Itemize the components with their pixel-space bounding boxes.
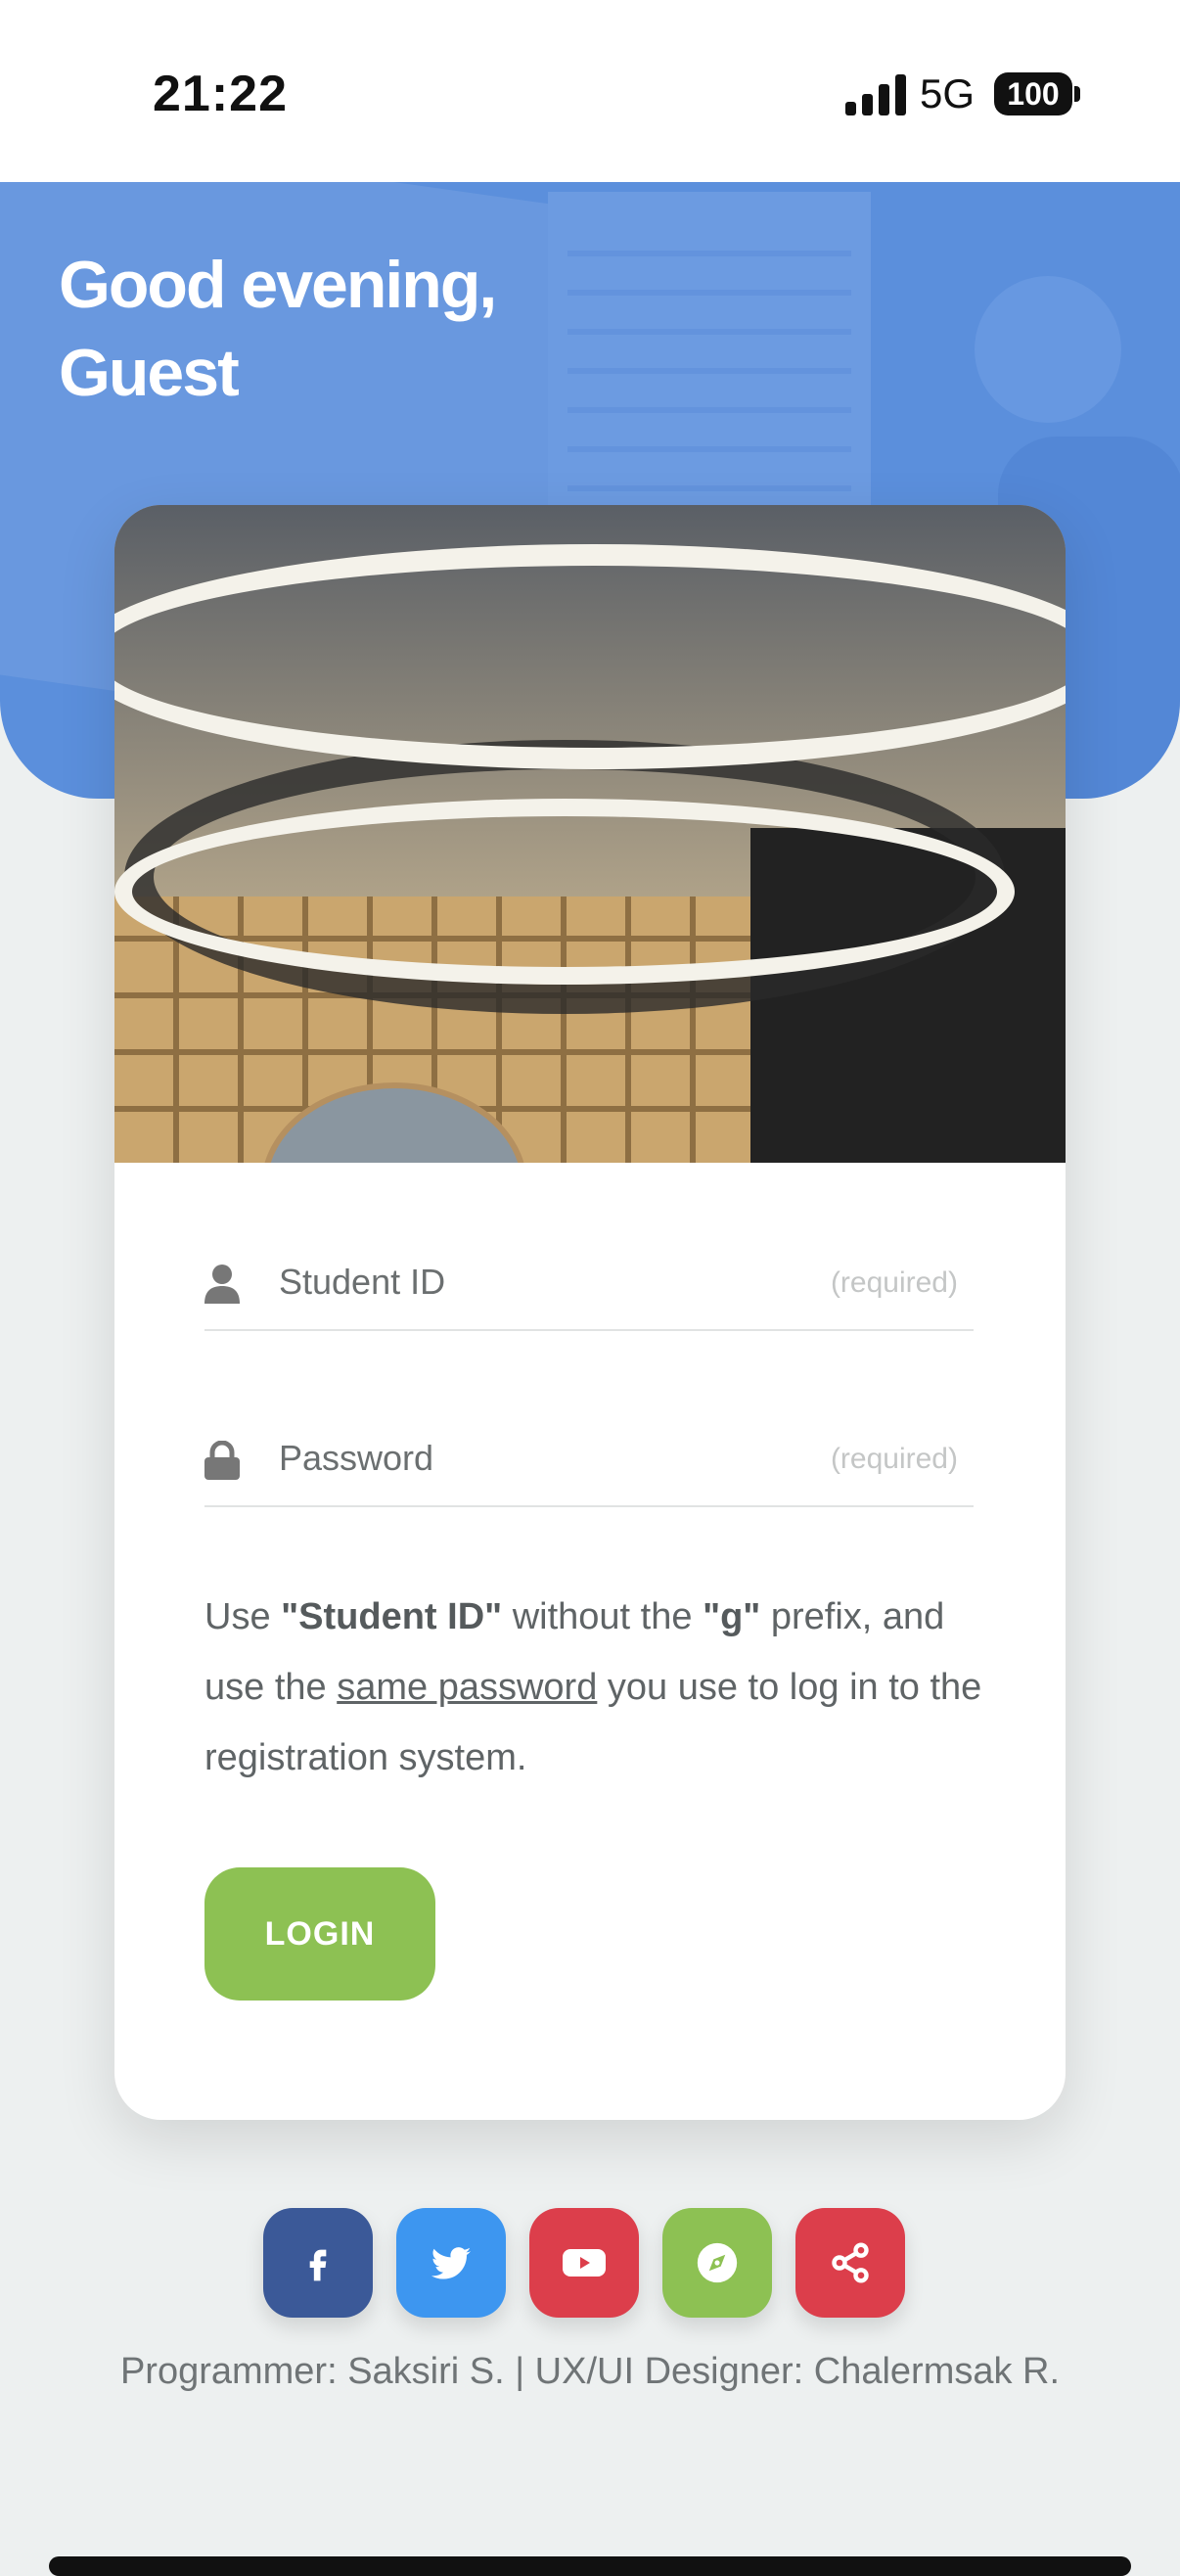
youtube-button[interactable] [529,2208,639,2318]
home-indicator [49,2556,1131,2576]
greeting-line-1: Good evening, [59,248,497,322]
battery-icon: 100 [994,72,1072,115]
student-id-field: (required) [204,1231,974,1331]
hint-text-2: without the [502,1596,703,1637]
status-time: 21:22 [153,66,288,122]
greeting-title: Good evening, Guest [59,241,497,417]
login-card: (required) (required) Use "Student ID" w… [114,505,1066,2120]
hint-student-id: "Student ID" [281,1596,503,1637]
hint-text-1: Use [204,1596,282,1637]
greeting-line-2: Guest [59,336,240,410]
credits-text: Programmer: Saksiri S. | UX/UI Designer:… [119,2351,1061,2392]
hero-background-moon [975,276,1121,423]
library-photo [114,505,1066,1163]
login-button[interactable]: LOGIN [204,1867,435,2001]
student-id-input[interactable] [279,1255,827,1310]
twitter-icon [431,2247,472,2279]
user-icon [204,1265,240,1304]
youtube-icon [563,2249,606,2277]
facebook-icon [309,2249,327,2281]
twitter-button[interactable] [396,2208,506,2318]
network-type: 5G [920,70,976,116]
password-input[interactable] [279,1431,827,1486]
share-icon [832,2242,869,2283]
cellular-signal-icon [845,74,906,115]
facebook-button[interactable] [263,2208,373,2318]
login-hint: Use "Student ID" without the "g" prefix,… [204,1582,987,1793]
student-id-required-label: (required) [830,1266,958,1299]
password-required-label: (required) [830,1443,958,1475]
lock-icon [204,1441,240,1480]
password-field: (required) [204,1407,974,1507]
hint-prefix: "g" [703,1596,761,1637]
hint-same-password: same password [337,1667,598,1708]
status-bar: 21:22 5G 100 [0,0,1180,182]
compass-button[interactable] [662,2208,772,2318]
compass-icon [697,2242,738,2283]
share-button[interactable] [795,2208,905,2318]
battery-tip [1074,86,1080,102]
